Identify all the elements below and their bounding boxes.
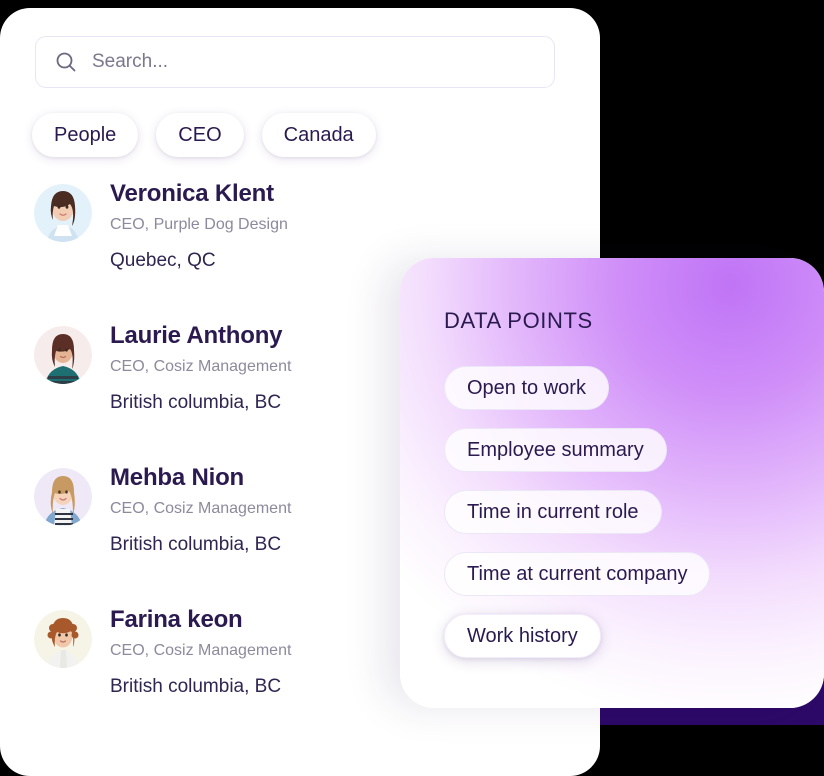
person-name: Laurie Anthony	[110, 322, 283, 349]
filter-chip-ceo[interactable]: CEO	[156, 113, 244, 157]
avatar	[34, 184, 92, 242]
person-name: Veronica Klent	[110, 180, 274, 207]
avatar	[34, 610, 92, 668]
data-point-chip-time-at-current-company[interactable]: Time at current company	[444, 552, 711, 596]
data-points-panel: DATA POINTS Open to work Employee summar…	[400, 258, 824, 708]
avatar	[34, 326, 92, 384]
filter-chip-people[interactable]: People	[32, 113, 139, 157]
data-point-chip-time-in-current-role[interactable]: Time in current role	[444, 490, 662, 534]
person-location: Quebec, QC	[110, 250, 216, 271]
filter-chip-row: People CEO Canada	[32, 113, 376, 157]
data-point-chip-employee-summary[interactable]: Employee summary	[444, 428, 667, 472]
search-input[interactable]	[92, 51, 492, 73]
avatar	[34, 468, 92, 526]
screenshot-root: People CEO Canada	[0, 0, 824, 776]
search-bar[interactable]	[35, 36, 555, 88]
data-point-chip-open-to-work[interactable]: Open to work	[444, 366, 609, 410]
person-name: Farina keon	[110, 606, 243, 633]
person-location: British columbia, BC	[110, 534, 282, 555]
filter-chip-canada[interactable]: Canada	[261, 113, 376, 157]
data-points-title: DATA POINTS	[444, 308, 593, 333]
data-point-chip-work-history[interactable]: Work history	[444, 614, 601, 658]
data-points-chip-list: Open to work Employee summary Time in cu…	[444, 366, 711, 676]
search-icon	[54, 50, 78, 74]
person-location: British columbia, BC	[110, 392, 282, 413]
person-role: CEO, Purple Dog Design	[110, 216, 288, 233]
person-name: Mehba Nion	[110, 464, 244, 491]
person-role: CEO, Cosiz Management	[110, 642, 292, 659]
person-role: CEO, Cosiz Management	[110, 500, 292, 517]
person-role: CEO, Cosiz Management	[110, 358, 292, 375]
person-location: British columbia, BC	[110, 676, 282, 697]
